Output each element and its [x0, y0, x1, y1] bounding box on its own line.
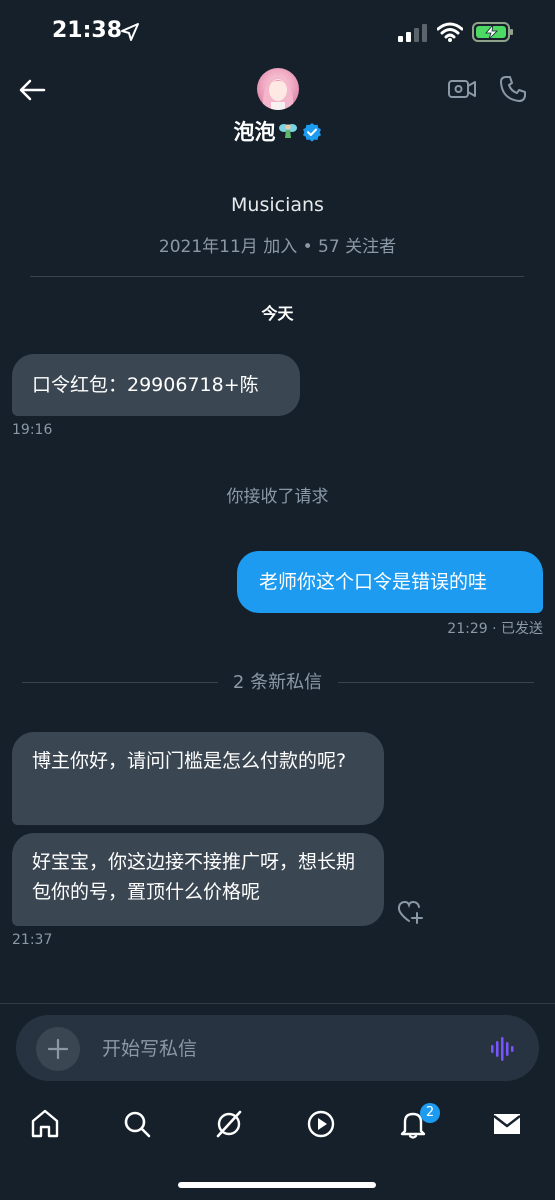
contact-name: 泡泡 — [233, 120, 276, 144]
add-reaction-heart-icon[interactable] — [396, 898, 424, 926]
wifi-icon — [437, 22, 463, 42]
home-indicator — [178, 1182, 376, 1188]
new-messages-label: 2 条新私信 — [232, 672, 323, 693]
profile-bio: Musicians — [231, 194, 324, 216]
notifications-badge: 2 — [420, 1103, 440, 1123]
plus-icon — [47, 1038, 69, 1060]
message-bubble-received[interactable]: 好宝宝，你这边接不接推广呀，想长期包你的号，置顶什么价格呢 — [12, 833, 384, 926]
profile-meta: 2021年11月 加入 • 57 关注者 — [158, 237, 397, 257]
contact-name-row: 泡泡 — [0, 116, 555, 146]
fairy-emoji-icon — [278, 124, 297, 138]
location-arrow-icon — [121, 23, 139, 41]
new-messages-divider-right — [338, 682, 534, 683]
voice-message-icon[interactable] — [488, 1034, 518, 1064]
back-arrow-icon[interactable] — [16, 74, 48, 106]
system-notice: 你接收了请求 — [226, 487, 329, 507]
video-play-icon[interactable] — [304, 1107, 338, 1141]
video-call-icon[interactable] — [447, 74, 477, 104]
status-time: 21:38 — [52, 18, 123, 43]
grok-icon[interactable] — [212, 1107, 246, 1141]
message-timestamp-sent-status: 21:29 · 已发送 — [447, 621, 543, 637]
battery-charging-icon — [472, 22, 513, 42]
composer-divider — [0, 1003, 555, 1004]
verified-badge-icon — [302, 123, 321, 142]
message-timestamp: 19:16 — [12, 422, 53, 438]
message-input[interactable] — [100, 1030, 474, 1068]
messages-envelope-icon[interactable] — [490, 1107, 524, 1141]
day-label: 今天 — [261, 304, 294, 323]
search-icon[interactable] — [120, 1107, 154, 1141]
message-bubble-sent[interactable]: 老师你这个口令是错误的哇 — [237, 551, 543, 613]
message-timestamp: 21:37 — [12, 932, 53, 948]
avatar[interactable] — [257, 68, 299, 110]
phone-call-icon[interactable] — [498, 74, 528, 104]
message-bubble-received[interactable]: 口令红包：29906718+陈 — [12, 354, 300, 416]
avatar-portrait-icon — [262, 76, 294, 110]
home-icon[interactable] — [28, 1107, 62, 1141]
divider — [30, 276, 524, 277]
message-bubble-received[interactable]: 博主你好，请问门槛是怎么付款的呢? — [12, 732, 384, 825]
cellular-signal-icon — [398, 24, 427, 42]
add-media-button[interactable] — [36, 1027, 80, 1071]
